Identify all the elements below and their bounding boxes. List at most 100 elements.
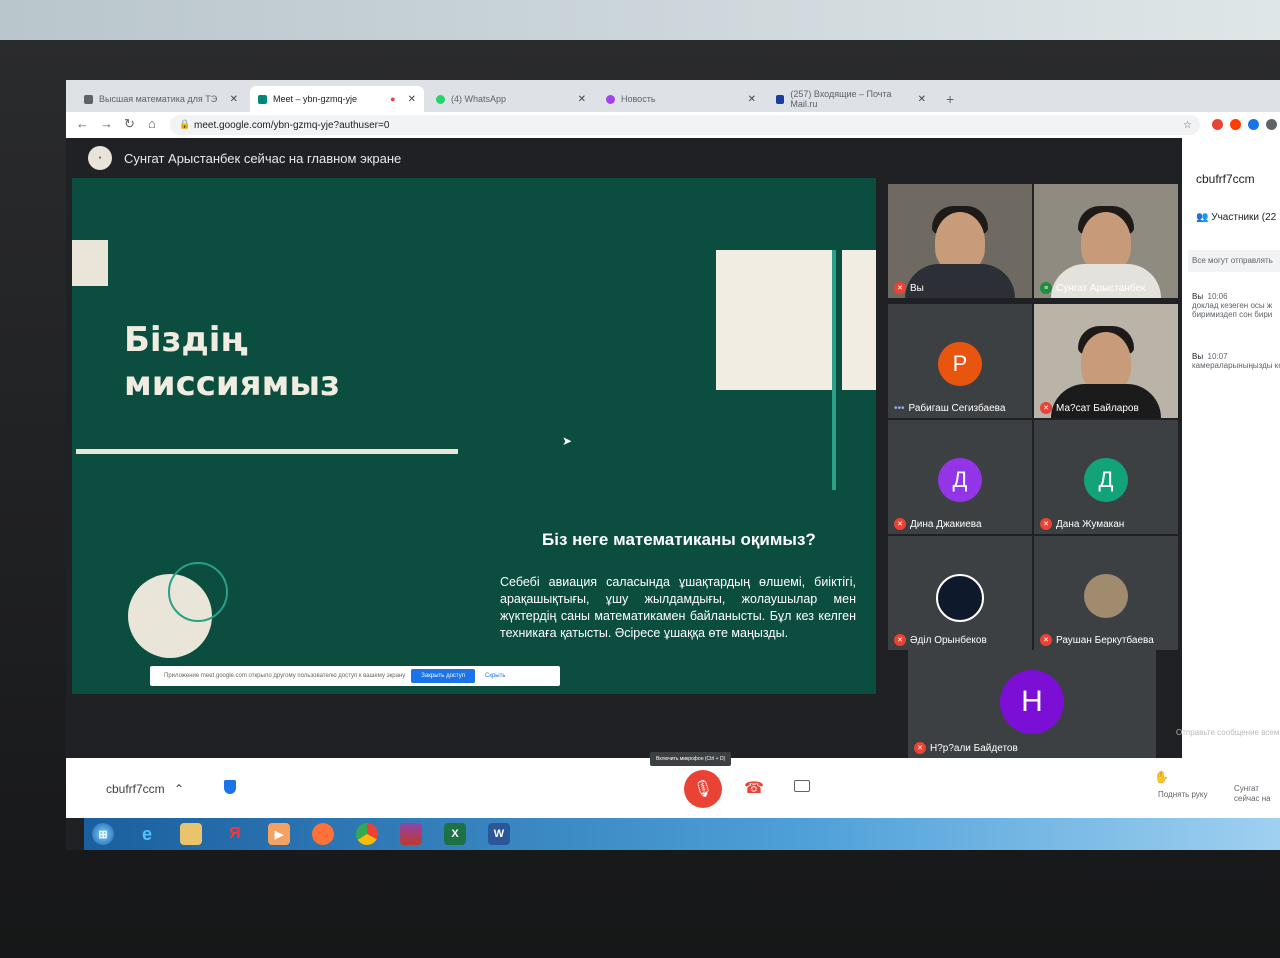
avatar: Н [1000, 670, 1064, 734]
participant-tile[interactable]: ✕ Ма?сат Байларов [1034, 304, 1178, 418]
mic-toggle-button[interactable]: 🎙 [684, 770, 722, 808]
chevron-up-icon: ⌃ [174, 782, 185, 796]
participant-tile[interactable]: ✕ Раушан Беркутбаева [1034, 536, 1178, 650]
mic-tooltip: Включить микрофон (Ctrl + D) [650, 752, 732, 766]
yandex-icon[interactable]: Я [224, 823, 246, 845]
close-icon[interactable]: ✕ [578, 94, 586, 105]
slide-body: Себебі авиация саласында ұшақтардың өлше… [500, 575, 856, 640]
firefox-icon[interactable] [312, 823, 334, 845]
background-wall [0, 0, 1280, 40]
extension-icon[interactable] [1212, 119, 1223, 130]
presenting-button[interactable]: Сунгат сейчас на [1234, 784, 1271, 804]
message-time: 10:07 [1207, 352, 1228, 361]
recording-icon: ● [390, 94, 396, 104]
reload-icon[interactable]: ↻ [124, 116, 135, 132]
camera-button[interactable] [794, 780, 810, 792]
slide-decoration [716, 250, 836, 390]
start-icon[interactable]: ⊞ [92, 823, 114, 845]
participants-tab[interactable]: 👥 Участники (22 [1196, 212, 1276, 223]
avatar: Д [1084, 458, 1128, 502]
mic-off-icon: ✕ [894, 518, 906, 530]
tab-label: (257) Входящие – Почта Mail.ru [790, 89, 892, 109]
chat-message: Вы 10:07 камераларыныңызды ко [1192, 352, 1280, 370]
participant-tile[interactable]: Р ••• Рабигаш Сегизбаева [888, 304, 1032, 418]
participant-name: Сунгат Арыстанбек [1056, 282, 1146, 294]
share-notice-text: Приложение meet.google.com открыло друго… [164, 673, 406, 679]
news-icon [606, 94, 615, 104]
opera-icon[interactable] [1230, 119, 1241, 130]
avatar: Д [938, 458, 982, 502]
tab-label: (4) WhatsApp [451, 94, 507, 104]
participant-name: Рабигаш Сегизбаева [908, 403, 1006, 414]
mic-off-icon: ✕ [1040, 402, 1052, 414]
star-icon[interactable]: ☆ [1183, 120, 1192, 131]
chat-input[interactable]: Отправьте сообщение всем [1176, 728, 1279, 737]
close-icon[interactable]: ✕ [408, 94, 416, 105]
participant-tile[interactable]: ✕ Әділ Орынбеков [888, 536, 1032, 650]
participant-tile[interactable]: Д ✕ Дана Жумакан [1034, 420, 1178, 534]
presenting-label: Сунгат [1234, 784, 1259, 793]
more-icon[interactable]: ••• [894, 403, 905, 414]
hide-notice-button[interactable]: Скрыть [485, 673, 505, 679]
explorer-icon[interactable] [180, 823, 202, 845]
tab-label: Meet – ybn-gzmq-yje [273, 94, 358, 104]
meeting-details-button[interactable]: cbufrf7ccm ⌃ [106, 782, 184, 796]
participant-tile[interactable]: ≡ Сунгат Арыстанбек [1034, 184, 1178, 298]
raise-hand-button[interactable]: Поднять руку [1158, 790, 1207, 799]
message-author: Вы [1192, 352, 1204, 361]
slide-divider [76, 449, 458, 454]
ie-icon[interactable]: e [136, 823, 158, 845]
url-field[interactable]: 🔒 meet.google.com/ybn-gzmq-yje?authuser=… [170, 115, 1200, 135]
close-icon[interactable]: ✕ [918, 94, 926, 105]
hand-icon[interactable]: ✋ [1154, 770, 1169, 784]
home-icon[interactable]: ⌂ [148, 116, 156, 131]
participant-tile[interactable]: Н ✕ Н?р?али Байдетов [908, 650, 1156, 758]
tab-news[interactable]: Новость ✕ [598, 86, 764, 112]
monitor-screen: Высшая математика для ТЭ ✕ Meet – ybn-gz… [66, 80, 1280, 850]
close-icon[interactable]: ✕ [748, 94, 756, 105]
participants-label: Участники (22 [1211, 212, 1277, 223]
back-icon[interactable]: ← [76, 116, 89, 131]
word-icon[interactable]: W [488, 823, 510, 845]
participant-name: Раушан Беркутбаева [1056, 634, 1154, 646]
presenter-banner: ● Сунгат Арыстанбек сейчас на главном эк… [66, 138, 1186, 178]
message-time: 10:06 [1207, 292, 1228, 301]
mic-off-icon: ✕ [894, 282, 906, 294]
stop-sharing-button[interactable]: Закрыть доступ [411, 669, 475, 683]
extension-icon[interactable] [1266, 119, 1277, 130]
media-icon[interactable]: ▶ [268, 823, 290, 845]
mic-off-icon: ✕ [1040, 634, 1052, 646]
close-icon[interactable]: ✕ [230, 94, 238, 105]
new-tab-button[interactable]: + [938, 86, 968, 112]
tab-whatsapp[interactable]: (4) WhatsApp ✕ [428, 86, 594, 112]
message-text: доклад кезеген осы ж [1192, 301, 1273, 310]
tab-math[interactable]: Высшая математика для ТЭ ✕ [76, 86, 246, 112]
tab-meet[interactable]: Meet – ybn-gzmq-yje ● ✕ [250, 86, 424, 112]
participant-tile[interactable]: ✕ Вы [888, 184, 1032, 298]
chrome-icon[interactable] [356, 823, 378, 845]
phone-icon: ☎ [744, 780, 764, 797]
tab-label: Высшая математика для ТЭ [99, 94, 218, 104]
message-author: Вы [1192, 292, 1204, 301]
avatar: ● [88, 146, 112, 170]
winrar-icon[interactable] [400, 823, 422, 845]
participant-tile[interactable]: Д ✕ Дина Джакиева [888, 420, 1032, 534]
mic-off-icon: ✕ [1040, 518, 1052, 530]
chat-notice: Все могут отправлять [1188, 250, 1280, 272]
address-bar-row: ← → ↻ ⌂ 🔒 meet.google.com/ybn-gzmq-yje?a… [66, 112, 1280, 139]
shield-icon[interactable] [224, 780, 236, 794]
excel-icon[interactable]: X [444, 823, 466, 845]
slide-decoration [72, 240, 108, 286]
hang-up-button[interactable]: ☎ [744, 778, 764, 798]
extension-icon[interactable] [1248, 119, 1259, 130]
tab-label: Новость [621, 94, 656, 104]
tab-mail[interactable]: (257) Входящие – Почта Mail.ru ✕ [768, 86, 934, 112]
slide-decoration [842, 250, 876, 390]
avatar: Р [938, 342, 982, 386]
meeting-code: cbufrf7ccm [106, 782, 165, 796]
forward-icon[interactable]: → [100, 116, 113, 131]
participant-video [1081, 332, 1131, 392]
tab-favicon-icon [84, 94, 93, 104]
speaking-icon: ≡ [1040, 282, 1052, 294]
presentation-slide: Біздің миссиямыз Біз неге математиканы о… [72, 178, 876, 694]
